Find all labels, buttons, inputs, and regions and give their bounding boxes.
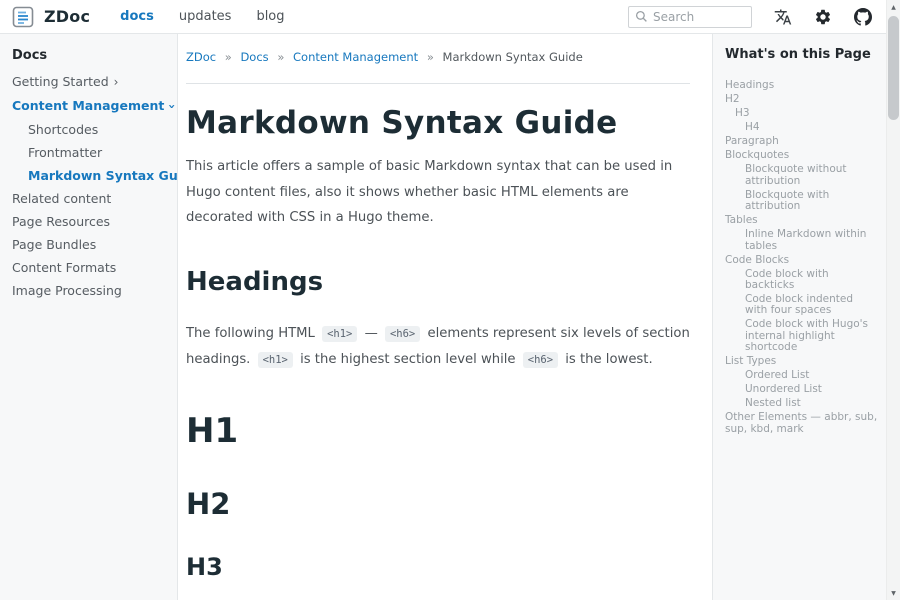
breadcrumb-separator: » bbox=[427, 50, 434, 64]
sidebar-item-label: Shortcodes bbox=[28, 122, 98, 137]
docs-sidebar: Docs Getting Started ›Content Management›… bbox=[0, 34, 178, 600]
toc-item[interactable]: Code block with backticks bbox=[725, 267, 878, 292]
toc-item[interactable]: List Types bbox=[725, 355, 878, 369]
sidebar-item[interactable]: Markdown Syntax Guide bbox=[12, 164, 167, 187]
sidebar-item-label: Getting Started bbox=[12, 74, 109, 89]
paragraph-text: is the highest section level while bbox=[296, 352, 520, 367]
intro-paragraph: This article offers a sample of basic Ma… bbox=[186, 154, 690, 231]
main-nav: docs updates blog bbox=[120, 9, 284, 24]
sidebar-item[interactable]: Content Formats bbox=[12, 256, 167, 279]
toc-item[interactable]: Code block indented with four spaces bbox=[725, 293, 878, 318]
vertical-scrollbar[interactable]: ▲ ▼ bbox=[886, 0, 900, 600]
github-icon[interactable] bbox=[854, 8, 872, 26]
toc-item[interactable]: H2 bbox=[725, 93, 878, 107]
search-box[interactable] bbox=[628, 6, 752, 28]
toc-item[interactable]: H3 bbox=[725, 107, 878, 121]
sample-heading-h3: H3 bbox=[186, 553, 690, 581]
toc-item[interactable]: Blockquote without attribution bbox=[725, 163, 878, 188]
sidebar-item-label: Content Management bbox=[12, 98, 164, 113]
chevron-down-icon: › bbox=[160, 104, 183, 109]
inline-code: <h6> bbox=[385, 326, 420, 342]
breadcrumb-link-content-management[interactable]: Content Management bbox=[293, 50, 418, 64]
toc-item[interactable]: Code Blocks bbox=[725, 253, 878, 267]
scrollbar-up-arrow-icon[interactable]: ▲ bbox=[887, 0, 900, 14]
brand-title[interactable]: ZDoc bbox=[44, 7, 90, 26]
inline-code: <h1> bbox=[322, 326, 357, 342]
toc-item[interactable]: Nested list bbox=[725, 397, 878, 411]
toc-title: What's on this Page bbox=[725, 47, 878, 62]
headings-section-title: Headings bbox=[186, 267, 690, 297]
sidebar-nav: Getting Started ›Content Management› Short… bbox=[12, 70, 167, 302]
translate-icon[interactable] bbox=[774, 8, 792, 26]
sidebar-item-label: Markdown Syntax Guide bbox=[28, 168, 199, 183]
breadcrumb-divider bbox=[186, 83, 690, 84]
navbar: ZDoc docs updates blog bbox=[0, 0, 886, 34]
sample-heading-h1: H1 bbox=[186, 411, 690, 451]
paragraph-text: The following HTML bbox=[186, 326, 319, 341]
sidebar-item[interactable]: Content Management› bbox=[12, 94, 167, 118]
nav-link-blog[interactable]: blog bbox=[256, 9, 284, 24]
nav-link-docs[interactable]: docs bbox=[120, 9, 154, 24]
breadcrumb: ZDoc » Docs » Content Management » Markd… bbox=[186, 50, 690, 64]
scrollbar-thumb[interactable] bbox=[888, 16, 899, 120]
inline-code: <h1> bbox=[258, 352, 293, 368]
sidebar-item[interactable]: Shortcodes bbox=[12, 118, 167, 141]
breadcrumb-separator: » bbox=[225, 50, 232, 64]
sidebar-item[interactable]: Page Resources bbox=[12, 210, 167, 233]
breadcrumb-separator: » bbox=[277, 50, 284, 64]
sample-heading-h2: H2 bbox=[186, 487, 690, 521]
sidebar-item-label: Page Bundles bbox=[12, 237, 96, 252]
toc-item[interactable]: Headings bbox=[725, 79, 878, 93]
sidebar-item[interactable]: Page Bundles bbox=[12, 233, 167, 256]
search-icon bbox=[635, 10, 648, 23]
toc-item[interactable]: Other Elements — abbr, sub, sup, kbd, ma… bbox=[725, 411, 878, 436]
scrollbar-down-arrow-icon[interactable]: ▼ bbox=[887, 586, 900, 600]
inline-code: <h6> bbox=[523, 352, 558, 368]
zdoc-logo-icon[interactable] bbox=[12, 6, 34, 28]
toc-item[interactable]: Blockquote with attribution bbox=[725, 188, 878, 213]
article-content: ZDoc » Docs » Content Management » Markd… bbox=[178, 34, 712, 600]
chevron-right-icon: › bbox=[114, 71, 119, 94]
sidebar-title: Docs bbox=[12, 48, 167, 63]
page-title: Markdown Syntax Guide bbox=[186, 105, 690, 141]
paragraph-text: is the lowest. bbox=[561, 352, 653, 367]
toc-nav: HeadingsH2H3H4ParagraphBlockquotesBlockq… bbox=[725, 79, 878, 436]
toc-item[interactable]: H4 bbox=[725, 121, 878, 135]
sidebar-item[interactable]: Frontmatter bbox=[12, 141, 167, 164]
toc-item[interactable]: Tables bbox=[725, 214, 878, 228]
settings-gear-icon[interactable] bbox=[814, 8, 832, 26]
breadcrumb-current: Markdown Syntax Guide bbox=[443, 50, 583, 64]
search-input[interactable] bbox=[653, 10, 743, 24]
toc-item[interactable]: Ordered List bbox=[725, 369, 878, 383]
sidebar-item-label: Frontmatter bbox=[28, 145, 102, 160]
toc-item[interactable]: Paragraph bbox=[725, 135, 878, 149]
sidebar-item[interactable]: Image Processing bbox=[12, 279, 167, 302]
sidebar-item-label: Related content bbox=[12, 191, 111, 206]
paragraph-text: — bbox=[360, 326, 382, 341]
toc-item[interactable]: Inline Markdown within tables bbox=[725, 228, 878, 253]
toc-item[interactable]: Unordered List bbox=[725, 383, 878, 397]
breadcrumb-link-zdoc[interactable]: ZDoc bbox=[186, 50, 216, 64]
sidebar-item[interactable]: Getting Started › bbox=[12, 70, 167, 94]
toc-item[interactable]: Code block with Hugo's internal highligh… bbox=[725, 318, 878, 355]
breadcrumb-link-docs[interactable]: Docs bbox=[240, 50, 268, 64]
sidebar-item-label: Page Resources bbox=[12, 214, 110, 229]
headings-paragraph: The following HTML <h1> — <h6> elements … bbox=[186, 321, 690, 372]
toc-sidebar: What's on this Page HeadingsH2H3H4Paragr… bbox=[712, 34, 886, 600]
sidebar-item-label: Image Processing bbox=[12, 283, 122, 298]
sidebar-item-label: Content Formats bbox=[12, 260, 116, 275]
sidebar-item[interactable]: Related content bbox=[12, 187, 167, 210]
toc-item[interactable]: Blockquotes bbox=[725, 149, 878, 163]
nav-link-updates[interactable]: updates bbox=[179, 9, 232, 24]
